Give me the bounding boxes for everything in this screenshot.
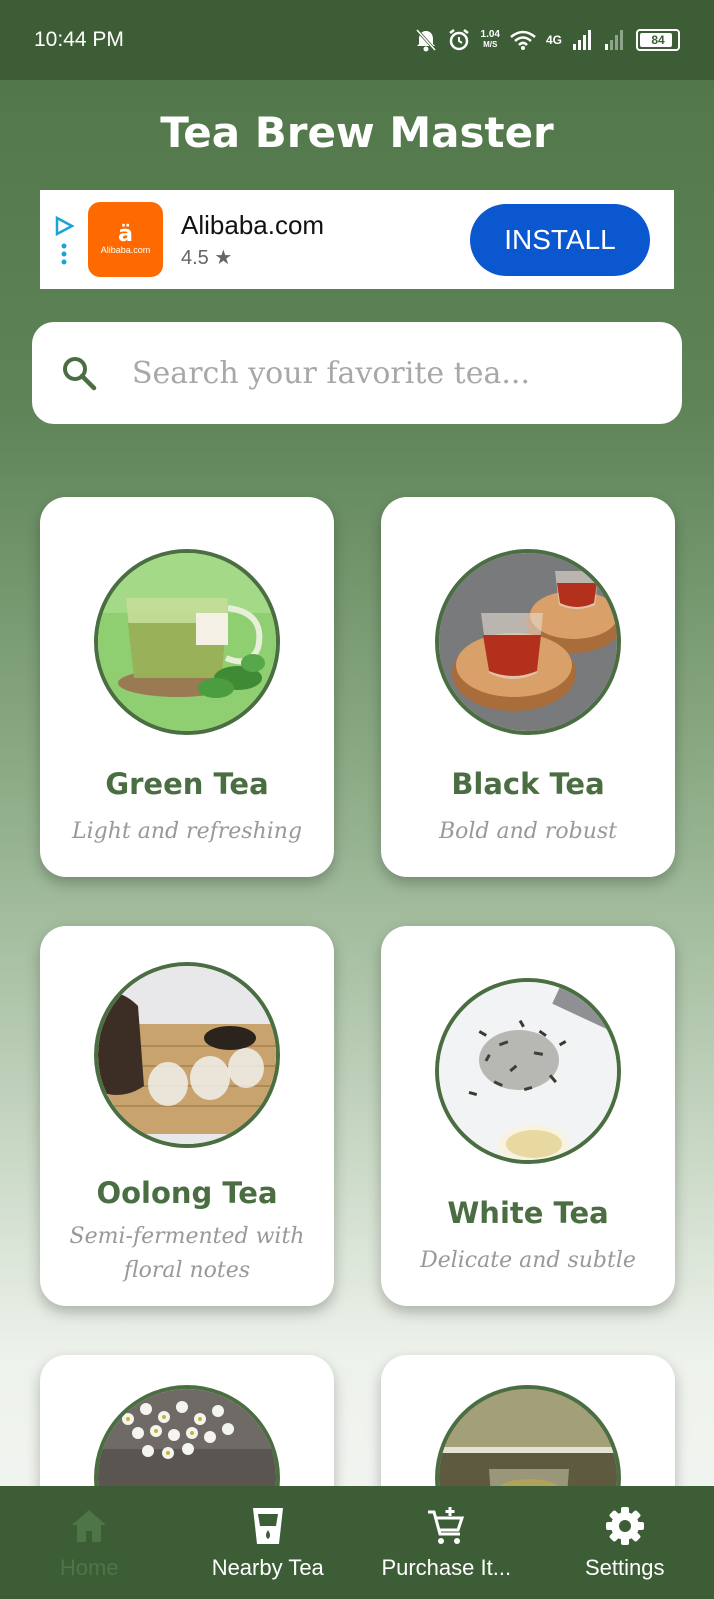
- gear-icon: [605, 1506, 644, 1545]
- nav-label: Nearby Tea: [211, 1554, 324, 1580]
- tea-name: Oolong Tea: [96, 1176, 278, 1210]
- app-title: Tea Brew Master: [160, 108, 554, 157]
- alibaba-logo[interactable]: ä Alibaba.com: [88, 202, 163, 277]
- search-icon: [63, 357, 97, 391]
- signal-icon: [573, 30, 591, 50]
- ad-brand-name: Alibaba.com: [181, 209, 325, 240]
- tea-description: Light and refreshing: [71, 819, 303, 844]
- battery-icon: 84: [636, 29, 680, 51]
- nav-label: Settings: [585, 1554, 665, 1580]
- white-tea-image: [435, 978, 621, 1164]
- more-vertical-icon[interactable]: [61, 243, 67, 265]
- status-icons: 1.04 M/S 4G 84: [415, 28, 680, 52]
- nav-label: Purchase It...: [381, 1554, 512, 1580]
- tea-card-oolong[interactable]: Oolong Tea Semi-fermented with floral no…: [40, 926, 334, 1306]
- signal-weak-icon: [605, 30, 623, 50]
- tea-name: White Tea: [447, 1196, 609, 1230]
- nav-home[interactable]: Home: [0, 1486, 179, 1599]
- ad-play-icon: [55, 215, 75, 236]
- status-time: 10:44 PM: [34, 28, 124, 51]
- oolong-tea-image: [94, 962, 280, 1148]
- nav-purchase[interactable]: Purchase It...: [357, 1486, 536, 1599]
- ad-banner[interactable]: ä Alibaba.com Alibaba.com 4.5 ★ INSTALL: [40, 190, 674, 289]
- search-input[interactable]: Search your favorite tea...: [32, 322, 682, 424]
- bell-off-icon: [415, 28, 436, 52]
- tea-description: Semi-fermented with floral notes: [69, 1224, 305, 1283]
- wifi-icon: [510, 30, 536, 50]
- add-cart-icon: [428, 1506, 465, 1544]
- install-button[interactable]: INSTALL: [470, 203, 650, 276]
- nav-nearby-tea[interactable]: Nearby Tea: [179, 1486, 358, 1599]
- tea-card-green[interactable]: Green Tea Light and refreshing: [40, 497, 334, 877]
- network-type: 4G: [545, 33, 562, 47]
- bottom-navigation: Home Nearby Tea Purchase It... Settings: [0, 1486, 714, 1599]
- alarm-icon: [448, 29, 469, 51]
- nav-label: Home: [59, 1554, 119, 1580]
- cup-icon: [252, 1507, 283, 1544]
- search-placeholder: Search your favorite tea...: [132, 355, 530, 391]
- ad-rating: 4.5 ★: [181, 246, 233, 269]
- tea-description: Bold and robust: [438, 819, 618, 844]
- status-bar: 10:44 PM 1.04 M/S 4G 84: [0, 0, 714, 80]
- tea-name: Black Tea: [451, 767, 605, 801]
- nav-settings[interactable]: Settings: [536, 1486, 714, 1599]
- tea-card-white[interactable]: White Tea Delicate and subtle: [381, 926, 675, 1306]
- tea-card-black[interactable]: Black Tea Bold and robust: [381, 497, 675, 877]
- ad-info[interactable]: Alibaba.com 4.5 ★: [181, 210, 470, 270]
- tea-name: Green Tea: [105, 767, 269, 801]
- ad-choices[interactable]: [40, 190, 88, 289]
- network-speed: 1.04 M/S: [480, 29, 500, 50]
- black-tea-image: [435, 549, 621, 735]
- home-icon: [72, 1509, 107, 1542]
- tea-description: Delicate and subtle: [420, 1248, 636, 1273]
- green-tea-image: [94, 549, 280, 735]
